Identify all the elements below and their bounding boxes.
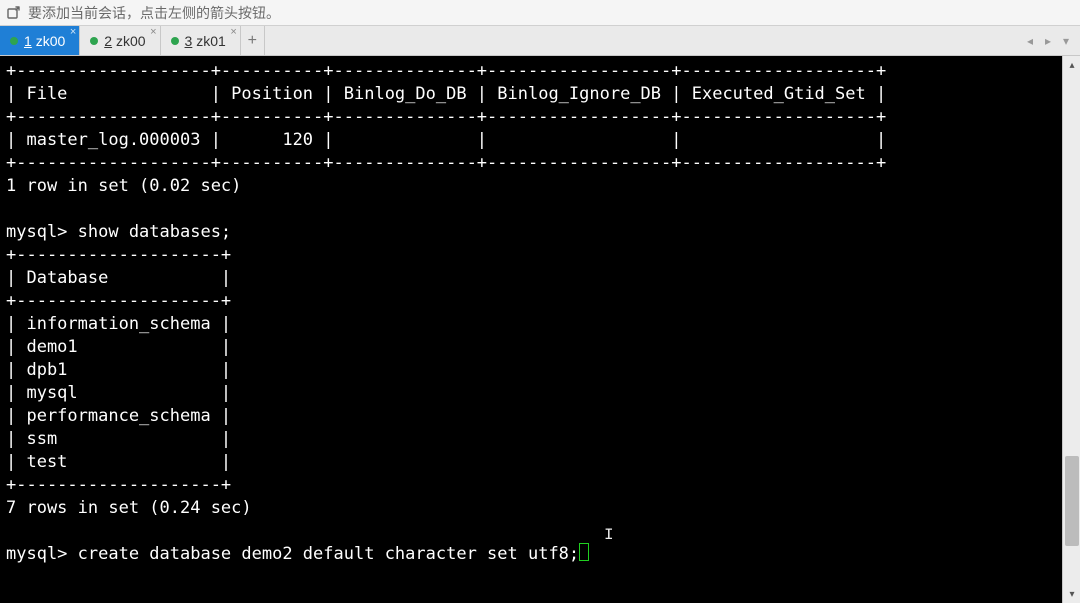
tab-prev-icon[interactable]: ◂ <box>1022 33 1038 49</box>
top-toolbar: 要添加当前会话，点击左侧的箭头按钮。 <box>0 0 1080 26</box>
tab-3[interactable]: 3 zk01 × <box>161 26 241 55</box>
tab-nav: ◂ ▸ ▾ <box>1016 26 1080 55</box>
tab-menu-icon[interactable]: ▾ <box>1058 33 1074 49</box>
tab-label: 1 zk00 <box>24 33 65 49</box>
toolbar-hint-text: 要添加当前会话，点击左侧的箭头按钮。 <box>28 3 280 23</box>
terminal-container: +-------------------+----------+--------… <box>0 56 1080 603</box>
tab-label: 3 zk01 <box>185 33 226 49</box>
close-icon[interactable]: × <box>70 27 76 37</box>
status-dot-icon <box>90 37 98 45</box>
tab-next-icon[interactable]: ▸ <box>1040 33 1056 49</box>
tab-strip: 1 zk00 × 2 zk00 × 3 zk01 × + ◂ ▸ ▾ <box>0 26 1080 56</box>
scroll-thumb[interactable] <box>1065 456 1079 546</box>
terminal-cursor <box>579 543 589 561</box>
tab-2[interactable]: 2 zk00 × <box>80 26 160 55</box>
vertical-scrollbar[interactable]: ▴ ▾ <box>1062 56 1080 603</box>
scroll-up-icon[interactable]: ▴ <box>1063 56 1080 74</box>
scroll-down-icon[interactable]: ▾ <box>1063 585 1080 603</box>
close-icon[interactable]: × <box>150 27 156 37</box>
new-tab-button[interactable]: + <box>241 26 265 55</box>
tab-label: 2 zk00 <box>104 33 145 49</box>
close-icon[interactable]: × <box>230 27 236 37</box>
terminal[interactable]: +-------------------+----------+--------… <box>0 56 1062 603</box>
status-dot-icon <box>171 37 179 45</box>
add-session-icon[interactable] <box>6 5 22 21</box>
status-dot-icon <box>10 37 18 45</box>
tab-1[interactable]: 1 zk00 × <box>0 26 80 55</box>
